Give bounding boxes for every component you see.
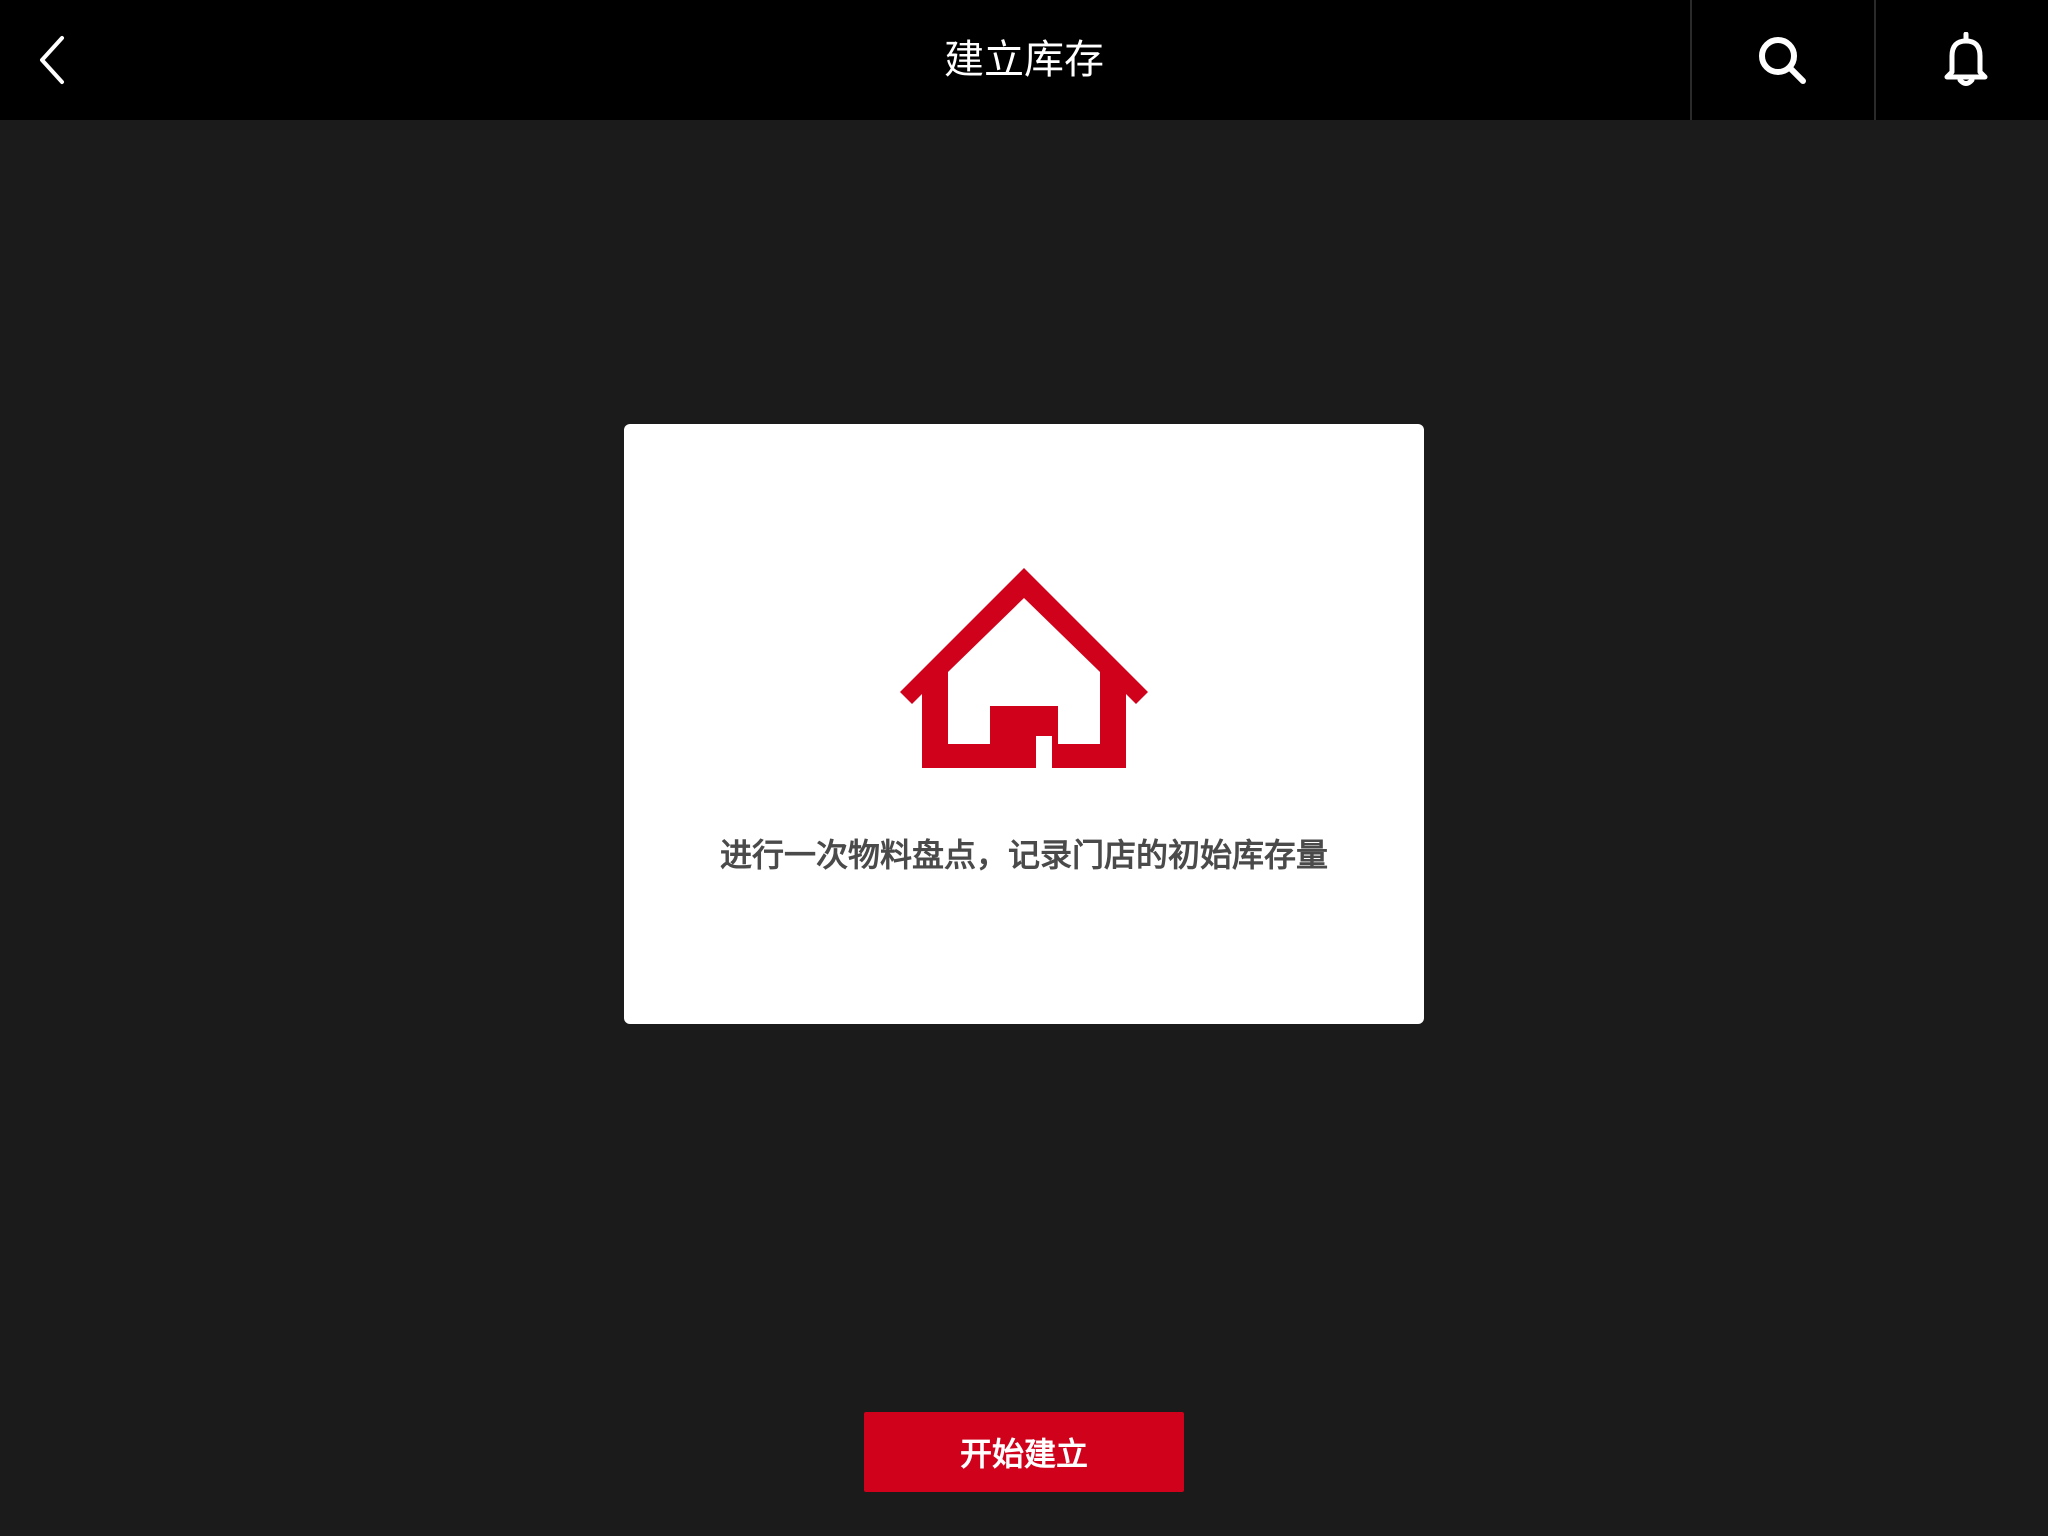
card-description: 进行一次物料盘点，记录门店的初始库存量 (719, 836, 1328, 874)
chevron-left-icon (40, 36, 64, 84)
back-button[interactable] (20, 20, 84, 100)
top-bar: 建立库存 (0, 0, 2048, 120)
search-icon (1759, 37, 1806, 84)
search-button[interactable] (1690, 0, 1872, 120)
start-setup-button[interactable]: 开始建立 (864, 1412, 1184, 1492)
notifications-button[interactable] (1874, 0, 2048, 120)
house-outline (900, 568, 1148, 768)
house-icon (900, 568, 1148, 768)
bell-icon (1944, 32, 1988, 86)
